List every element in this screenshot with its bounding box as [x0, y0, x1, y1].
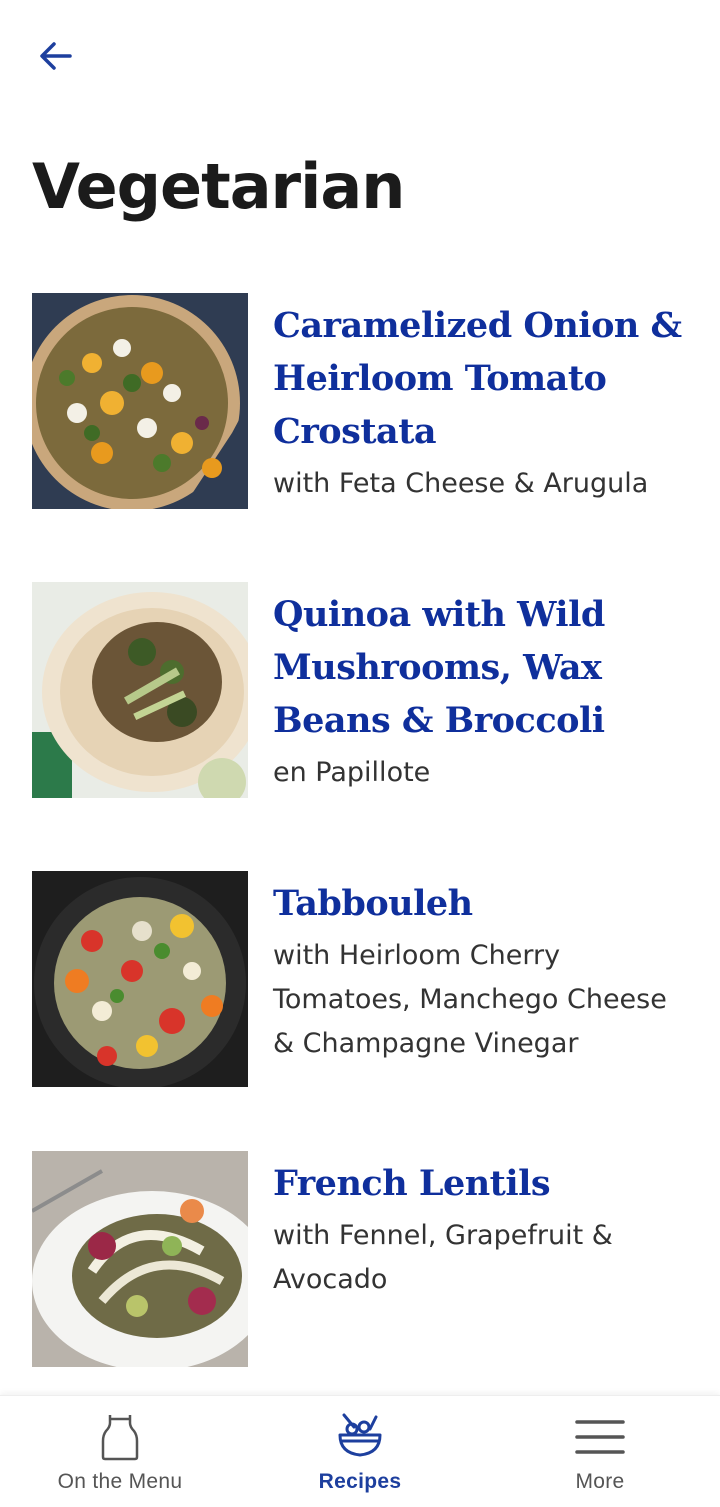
- recipe-title: Quinoa with Wild Mushrooms, Wax Beans & …: [273, 594, 605, 741]
- recipe-item[interactable]: Quinoa with Wild Mushrooms, Wax Beans & …: [32, 582, 692, 798]
- lentils-photo: [32, 1151, 248, 1367]
- screen: Vegetarian Caramelized Onion & Heirloom …: [0, 0, 720, 1507]
- menu-icon: [575, 1420, 625, 1454]
- arrow-left-icon: [40, 42, 72, 70]
- recipe-subtitle: with Feta Cheese & Arugula: [273, 468, 649, 499]
- recipe-item[interactable]: Tabbouleh with Heirloom Cherry Tomatoes,…: [32, 871, 692, 1087]
- recipe-subtitle: with Heirloom Cherry Tomatoes, Manchego …: [273, 940, 667, 1059]
- bowl-icon: [338, 1413, 382, 1457]
- recipe-title: French Lentils: [273, 1163, 551, 1204]
- recipe-subtitle: with Fennel, Grapefruit & Avocado: [273, 1220, 613, 1295]
- crostata-photo: [32, 293, 248, 509]
- recipe-item[interactable]: Caramelized Onion & Heirloom Tomato Cros…: [32, 293, 692, 509]
- recipe-title: Caramelized Onion & Heirloom Tomato Cros…: [273, 305, 682, 452]
- back-button[interactable]: [28, 28, 84, 84]
- page-title: Vegetarian: [32, 150, 405, 223]
- tab-recipes[interactable]: Recipes: [240, 1396, 480, 1507]
- tab-label: More: [575, 1470, 625, 1493]
- tab-label: On the Menu: [57, 1470, 183, 1493]
- recipe-item[interactable]: French Lentils with Fennel, Grapefruit &…: [32, 1151, 692, 1367]
- apron-icon: [101, 1415, 139, 1461]
- recipe-title: Tabbouleh: [273, 883, 473, 924]
- recipe-subtitle: en Papillote: [273, 757, 431, 788]
- tab-on-the-menu[interactable]: On the Menu: [0, 1396, 240, 1507]
- tabbouleh-photo: [32, 871, 248, 1087]
- tab-label: Recipes: [318, 1470, 402, 1493]
- bottom-tab-bar: On the Menu Recipes More: [0, 1395, 720, 1507]
- quinoa-papillote-photo: [32, 582, 248, 798]
- tab-more[interactable]: More: [480, 1396, 720, 1507]
